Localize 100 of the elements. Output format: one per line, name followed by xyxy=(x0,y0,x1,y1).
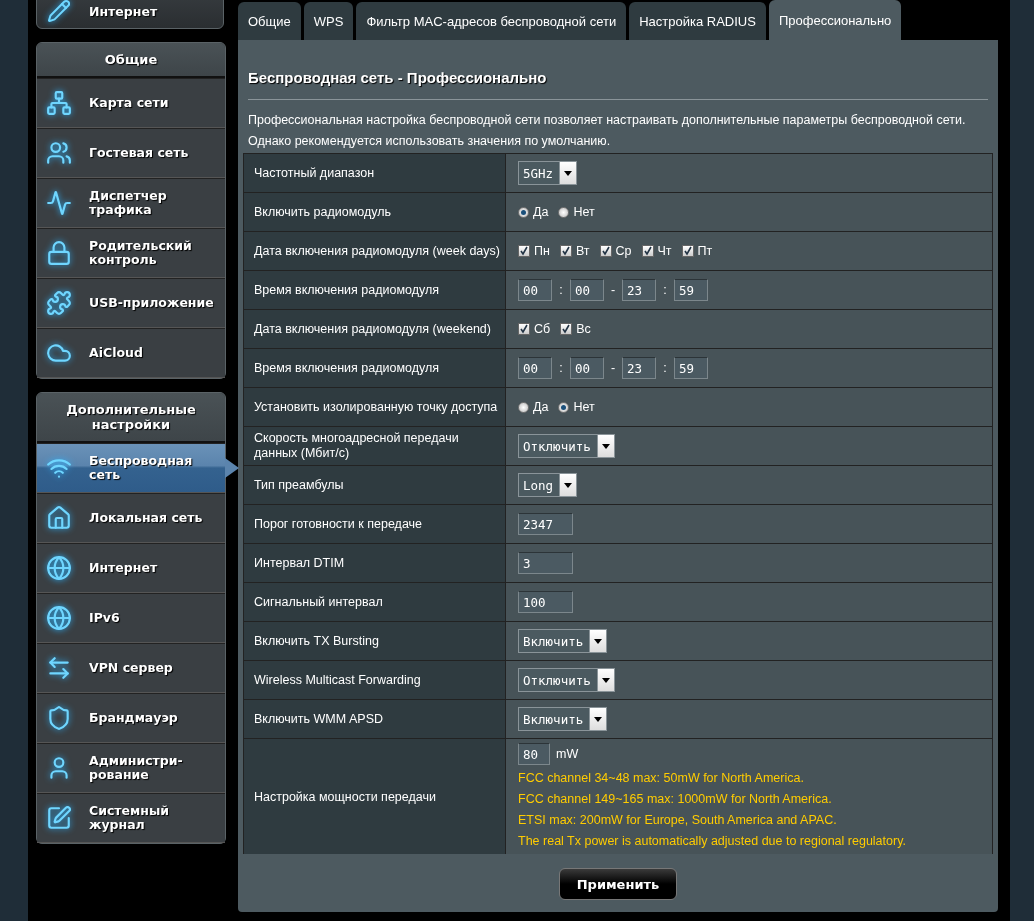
menu-item[interactable]: Карта сети xyxy=(37,78,225,128)
setting-label: Установить изолированную точку доступа xyxy=(244,388,506,426)
radio-button[interactable] xyxy=(518,206,529,218)
menu-item[interactable]: VPN сервер xyxy=(37,643,225,693)
tab[interactable]: Профессионально xyxy=(768,0,902,40)
menu-item[interactable]: Интернет xyxy=(36,0,224,29)
checkbox-label: Пн xyxy=(534,244,550,258)
caret-icon xyxy=(596,435,614,457)
checkbox[interactable] xyxy=(518,245,530,257)
edit-icon xyxy=(46,805,72,831)
time-field[interactable]: 00 xyxy=(518,357,552,379)
unit-label: mW xyxy=(556,747,579,761)
checkbox[interactable] xyxy=(681,245,694,257)
caret-icon xyxy=(559,474,577,496)
radio-button[interactable] xyxy=(558,206,570,218)
menu-group-title: Общие xyxy=(37,43,225,78)
checkbox-label: Пт xyxy=(697,244,713,258)
time-separator: - xyxy=(610,361,616,375)
checkbox[interactable] xyxy=(599,245,612,257)
checkbox-label: Ср xyxy=(615,244,632,258)
time-field[interactable]: 23 xyxy=(622,357,656,379)
chart-icon xyxy=(46,190,72,216)
caret-icon xyxy=(596,669,614,691)
shield-icon xyxy=(46,705,72,731)
apply-button[interactable]: Применить xyxy=(559,868,677,900)
regulatory-note: FCC channel 34~48 max: 50mW for North America. xyxy=(518,770,805,787)
globe-icon xyxy=(46,555,72,581)
network-icon xyxy=(46,90,72,116)
dropdown[interactable]: Long xyxy=(518,473,578,497)
time-field[interactable]: 00 xyxy=(518,279,552,301)
lock-icon xyxy=(46,240,72,266)
setting-label: Время включения радиомодуля xyxy=(244,271,506,309)
power-field[interactable]: 80 xyxy=(518,743,550,765)
menu-item[interactable]: USB-приложение xyxy=(37,278,225,328)
dropdown[interactable]: Включить xyxy=(518,707,608,731)
tab[interactable]: Настройка RADIUS xyxy=(629,2,766,40)
regulatory-note: The real Tx power is automatically adjusted due to regional regulatory. xyxy=(518,833,906,850)
time-field[interactable]: 23 xyxy=(622,279,656,301)
setting-label: Порог готовности к передаче xyxy=(244,505,506,543)
time-field[interactable]: 00 xyxy=(570,357,604,379)
menu-item[interactable]: Локальная сеть xyxy=(37,493,225,543)
arrows-icon xyxy=(46,655,72,681)
setting-label: Интервал DTIM xyxy=(244,544,506,582)
input-field[interactable]: 100 xyxy=(518,591,573,613)
users-icon xyxy=(46,140,72,166)
dropdown[interactable]: Отключить xyxy=(518,668,615,692)
menu-item[interactable]: IPv6 xyxy=(37,593,225,643)
checkbox-label: Сб xyxy=(534,322,551,336)
setting-label: Дата включения радиомодуля (weekend) xyxy=(244,310,506,348)
setting-label: Включить TX Bursting xyxy=(244,622,506,660)
tab[interactable]: WPS xyxy=(303,2,354,40)
time-field[interactable]: 59 xyxy=(674,279,708,301)
dropdown[interactable]: 5GHz xyxy=(518,161,578,185)
regulatory-note: FCC channel 149~165 max: 1000mW for North America. xyxy=(518,791,833,808)
checkbox-label: Чт xyxy=(657,244,672,258)
caret-icon xyxy=(589,708,607,730)
radio-label: Да xyxy=(533,205,549,219)
setting-label: Частотный диапазон xyxy=(244,154,506,192)
setting-label: Скорость многоадресной передачи данных (Мбит/с) xyxy=(244,427,506,465)
time-field[interactable]: 00 xyxy=(570,279,604,301)
dropdown[interactable]: Отключить xyxy=(518,434,615,458)
time-separator: : xyxy=(558,361,564,375)
puzzle-icon xyxy=(46,290,72,316)
radio-label: Да xyxy=(533,400,549,414)
menu-group-title: Дополнительные настройки xyxy=(37,393,225,443)
pencil-icon xyxy=(47,0,71,23)
tab[interactable]: Фильтр MAC-адресов беспроводной сети xyxy=(356,2,627,40)
time-separator: : xyxy=(662,361,668,375)
menu-item[interactable]: Диспетчер трафика xyxy=(37,178,225,228)
setting-label: Тип преамбулы xyxy=(244,466,506,504)
menu-item[interactable]: AiCloud xyxy=(37,328,225,378)
checkbox[interactable] xyxy=(559,245,572,257)
globe-icon xyxy=(46,605,72,631)
setting-label: Сигнальный интервал xyxy=(244,583,506,621)
radio-button[interactable] xyxy=(558,401,570,413)
menu-item[interactable]: Брандмауэр xyxy=(37,693,225,743)
checkbox[interactable] xyxy=(518,323,530,335)
selection-pointer xyxy=(225,458,239,478)
time-separator: - xyxy=(610,283,616,297)
menu-item[interactable]: Гостевая сеть xyxy=(37,128,225,178)
dropdown[interactable]: Включить xyxy=(518,629,608,653)
checkbox-label: Вс xyxy=(576,322,591,336)
regulatory-note: ETSI max: 200mW for Europe, South America and APAC. xyxy=(518,812,838,829)
checkbox[interactable] xyxy=(560,323,573,335)
time-field[interactable]: 59 xyxy=(674,357,708,379)
radio-label: Нет xyxy=(573,400,595,414)
input-field[interactable]: 3 xyxy=(518,552,573,574)
radio-label: Нет xyxy=(573,205,595,219)
menu-item[interactable]: Интернет xyxy=(37,543,225,593)
house-icon xyxy=(46,505,72,531)
input-field[interactable]: 2347 xyxy=(518,513,573,535)
radio-button[interactable] xyxy=(518,401,529,413)
tab[interactable]: Общие xyxy=(238,2,301,40)
setting-label: Дата включения радиомодуля (week days) xyxy=(244,232,506,270)
checkbox[interactable] xyxy=(641,245,654,257)
menu-item[interactable]: Администри-рование xyxy=(37,743,225,793)
setting-label: Время включения радиомодуля xyxy=(244,349,506,387)
checkbox-label: Вт xyxy=(575,244,590,258)
menu-item[interactable]: Системный журнал xyxy=(37,793,225,843)
menu-item[interactable]: Родительский контроль xyxy=(37,228,225,278)
